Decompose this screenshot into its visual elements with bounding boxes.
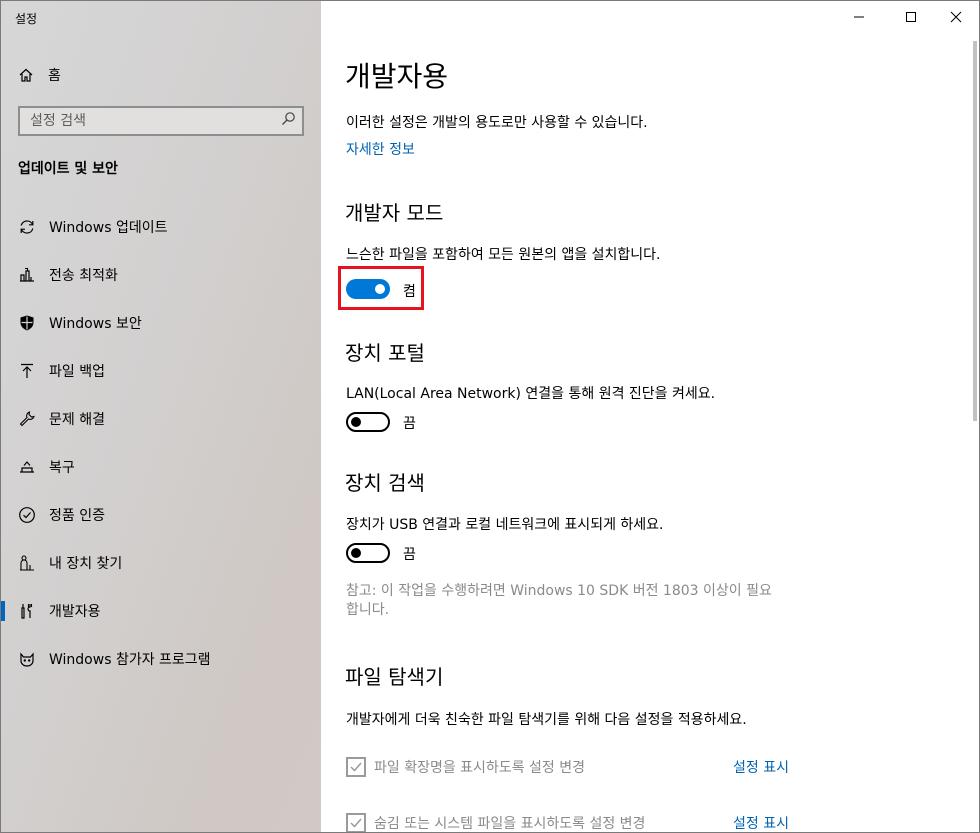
hidden-files-show-settings-link[interactable]: 설정 표시 bbox=[733, 813, 789, 832]
developer-mode-heading: 개발자 모드 bbox=[345, 201, 444, 225]
toggle-knob bbox=[375, 284, 385, 294]
device-portal-state: 끔 bbox=[403, 416, 416, 432]
sidebar-item-label: 개발자용 bbox=[49, 604, 101, 620]
sidebar-item-developers[interactable]: 개발자용 bbox=[1, 587, 321, 635]
scrollbar[interactable] bbox=[973, 41, 977, 421]
sidebar-item-label: Windows 참가자 프로그램 bbox=[49, 652, 211, 668]
minimize-icon bbox=[854, 16, 864, 18]
device-portal-heading: 장치 포털 bbox=[345, 341, 425, 365]
sidebar-item-label: 복구 bbox=[49, 460, 75, 476]
main-content: 개발자용 이러한 설정은 개발의 용도로만 사용할 수 있습니다. 자세한 정보… bbox=[321, 1, 979, 832]
sidebar-item-windows-security[interactable]: Windows 보안 bbox=[1, 299, 321, 347]
sidebar-item-label: Windows 보안 bbox=[49, 316, 142, 332]
sidebar-item-label: 문제 해결 bbox=[49, 412, 105, 428]
search-box[interactable] bbox=[18, 106, 304, 136]
toggle-knob bbox=[351, 417, 361, 427]
sidebar-item-label: 파일 백업 bbox=[49, 364, 105, 380]
hidden-files-checkbox[interactable] bbox=[346, 813, 366, 832]
device-portal-description: LAN(Local Area Network) 연결을 통해 원격 진단을 켜세… bbox=[346, 386, 716, 402]
maximize-icon bbox=[906, 12, 916, 22]
file-extensions-checkbox[interactable] bbox=[346, 757, 366, 777]
sidebar-item-find-my-device[interactable]: 내 장치 찾기 bbox=[1, 539, 321, 587]
sidebar-item-label: 정품 인증 bbox=[49, 508, 105, 524]
sidebar-item-label: 전송 최적화 bbox=[49, 268, 118, 284]
sidebar-section-title: 업데이트 및 보안 bbox=[18, 161, 118, 177]
recovery-icon bbox=[18, 458, 36, 476]
person-pin-icon bbox=[18, 554, 36, 572]
device-discovery-note-cont: 합니다. bbox=[346, 602, 390, 618]
page-title: 개발자용 bbox=[345, 60, 449, 93]
window-title: 설정 bbox=[15, 12, 38, 26]
home-icon bbox=[18, 67, 34, 83]
search-icon[interactable] bbox=[280, 111, 296, 131]
sidebar: 설정 홈 업데이트 및 보안 Windows 업데이트 bbox=[1, 1, 321, 832]
sidebar-nav: Windows 업데이트 전송 최적화 Windows 보안 파일 백업 문제 … bbox=[1, 203, 321, 683]
file-explorer-heading: 파일 탐색기 bbox=[345, 665, 444, 689]
sidebar-item-label: Windows 업데이트 bbox=[49, 220, 168, 236]
hidden-files-label: 숨김 또는 시스템 파일을 표시하도록 설정 변경 bbox=[374, 816, 646, 832]
upload-arrow-icon bbox=[18, 362, 36, 380]
device-discovery-state: 끔 bbox=[403, 547, 416, 563]
settings-window: 설정 홈 업데이트 및 보안 Windows 업데이트 bbox=[0, 0, 980, 833]
sidebar-item-label: 내 장치 찾기 bbox=[49, 556, 123, 572]
close-button[interactable] bbox=[933, 1, 979, 33]
insider-cat-icon bbox=[18, 650, 36, 668]
refresh-icon bbox=[18, 218, 36, 236]
minimize-button[interactable] bbox=[836, 1, 882, 33]
toggle-knob bbox=[351, 548, 361, 558]
check-circle-icon bbox=[18, 506, 36, 524]
shield-icon bbox=[18, 314, 36, 332]
checkmark-icon bbox=[350, 762, 362, 772]
more-info-link[interactable]: 자세한 정보 bbox=[346, 139, 415, 159]
sidebar-item-troubleshoot[interactable]: 문제 해결 bbox=[1, 395, 321, 443]
device-portal-toggle[interactable] bbox=[346, 412, 390, 432]
maximize-button[interactable] bbox=[888, 1, 934, 33]
sidebar-item-backup[interactable]: 파일 백업 bbox=[1, 347, 321, 395]
file-extensions-label: 파일 확장명을 표시하도록 설정 변경 bbox=[374, 760, 585, 776]
sidebar-item-activation[interactable]: 정품 인증 bbox=[1, 491, 321, 539]
device-discovery-heading: 장치 검색 bbox=[345, 471, 425, 495]
developer-mode-description: 느슨한 파일을 포함하여 모든 원본의 앱을 설치합니다. bbox=[346, 247, 661, 263]
file-extensions-show-settings-link[interactable]: 설정 표시 bbox=[733, 757, 789, 777]
checkmark-icon bbox=[350, 818, 362, 828]
device-discovery-toggle[interactable] bbox=[346, 543, 390, 563]
file-explorer-description: 개발자에게 더욱 친숙한 파일 탐색기를 위해 다음 설정을 적용하세요. bbox=[346, 712, 747, 728]
page-description: 이러한 설정은 개발의 용도로만 사용할 수 있습니다. bbox=[346, 115, 648, 131]
developer-mode-toggle[interactable] bbox=[346, 279, 390, 299]
close-icon bbox=[950, 11, 962, 23]
sidebar-item-insider-program[interactable]: Windows 참가자 프로그램 bbox=[1, 635, 321, 683]
sidebar-item-recovery[interactable]: 복구 bbox=[1, 443, 321, 491]
sidebar-item-delivery-optimization[interactable]: 전송 최적화 bbox=[1, 251, 321, 299]
device-discovery-note: 참고: 이 작업을 수행하려면 Windows 10 SDK 버전 1803 이… bbox=[346, 583, 772, 599]
delivery-optimization-icon bbox=[18, 266, 36, 284]
developer-tools-icon bbox=[18, 602, 36, 620]
developer-mode-state: 켬 bbox=[403, 284, 416, 300]
search-input[interactable] bbox=[30, 113, 270, 129]
home-label: 홈 bbox=[48, 68, 61, 84]
device-discovery-description: 장치가 USB 연결과 로컬 네트워크에 표시되게 하세요. bbox=[346, 517, 664, 533]
wrench-icon bbox=[18, 410, 36, 428]
sidebar-home[interactable]: 홈 bbox=[18, 63, 61, 87]
sidebar-item-windows-update[interactable]: Windows 업데이트 bbox=[1, 203, 321, 251]
